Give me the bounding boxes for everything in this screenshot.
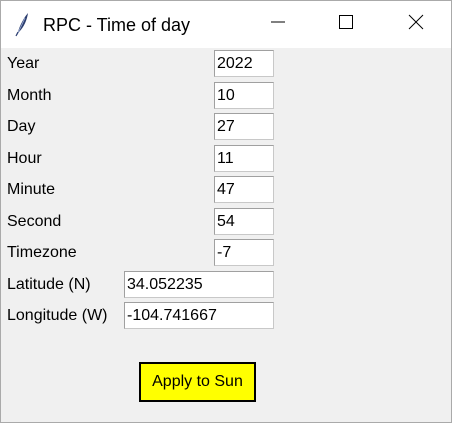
longitude-label: Longitude (W) [7, 307, 108, 324]
maximize-button[interactable] [323, 1, 369, 48]
day-field[interactable] [214, 113, 274, 140]
minimize-icon [270, 14, 286, 35]
maximize-icon [338, 14, 354, 35]
close-button[interactable] [393, 1, 439, 48]
timezone-label: Timezone [7, 244, 77, 261]
app-window: RPC - Time of day Year 2022 Month 10 Day… [0, 0, 452, 423]
year-field[interactable] [214, 50, 274, 77]
minimize-button[interactable] [255, 1, 301, 48]
year-label: Year [7, 55, 40, 72]
apply-to-sun-button[interactable]: Apply to Sun [139, 362, 256, 402]
window-title: RPC - Time of day [43, 15, 191, 35]
hour-field[interactable] [214, 145, 274, 172]
latitude-label: Latitude (N) [7, 276, 91, 293]
feather-icon [14, 11, 30, 37]
hour-label: Hour [7, 150, 42, 167]
day-label: Day [7, 118, 36, 135]
month-label: Month [7, 87, 52, 104]
close-icon [408, 14, 424, 35]
second-label: Second [7, 213, 62, 230]
second-field[interactable] [214, 208, 274, 235]
longitude-field[interactable] [124, 302, 274, 329]
timezone-field[interactable] [214, 239, 274, 266]
month-field[interactable] [214, 82, 274, 109]
minute-label: Minute [7, 181, 56, 198]
latitude-field[interactable] [124, 271, 274, 298]
title-bar[interactable]: RPC - Time of day [1, 1, 451, 48]
minute-field[interactable] [214, 176, 274, 203]
